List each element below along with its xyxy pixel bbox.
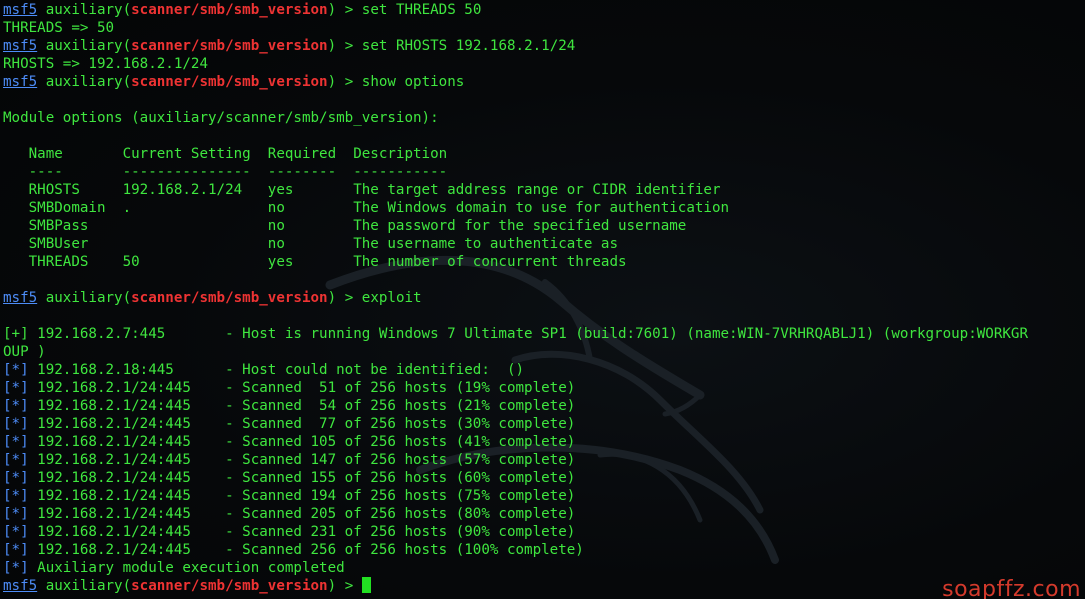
output-text: Name Current Setting Required Descriptio… (3, 146, 448, 162)
status-marker: [*] (3, 434, 29, 450)
prompt-arrow: ) > (327, 578, 362, 594)
output-line: ---- --------------- -------- ----------… (3, 163, 1083, 181)
status-text: 192.168.2.1/24:445 - Scanned 155 of 256 … (28, 470, 576, 486)
output-text: SMBPass no The password for the specifie… (3, 218, 687, 234)
terminal-window[interactable]: msf5 auxiliary(scanner/smb/smb_version) … (0, 0, 1085, 599)
prompt-framework: msf5 (3, 578, 38, 594)
status-line: [*] 192.168.2.1/24:445 - Scanned 51 of 2… (3, 379, 1083, 397)
output-text: RHOSTS => 192.168.2.1/24 (3, 56, 208, 72)
prompt-context: auxiliary( (37, 38, 132, 54)
status-text: 192.168.2.1/24:445 - Scanned 54 of 256 h… (28, 398, 576, 414)
status-line: [*] Auxiliary module execution completed (3, 559, 1083, 577)
status-marker: [*] (3, 362, 29, 378)
status-text: 192.168.2.1/24:445 - Scanned 51 of 256 h… (28, 380, 576, 396)
output-text: SMBUser no The username to authenticate … (3, 236, 618, 252)
output-line: Module options (auxiliary/scanner/smb/sm… (3, 109, 1083, 127)
status-line: [*] 192.168.2.1/24:445 - Scanned 231 of … (3, 523, 1083, 541)
output-text: ---- --------------- -------- ----------… (3, 164, 448, 180)
prompt-arrow: ) > (327, 38, 362, 54)
prompt-module: scanner/smb/smb_version (131, 2, 328, 18)
output-text: SMBDomain . no The Windows domain to use… (3, 200, 730, 216)
output-line: SMBDomain . no The Windows domain to use… (3, 199, 1083, 217)
status-marker: [*] (3, 506, 29, 522)
status-marker: [+] (3, 326, 29, 342)
output-line: OUP ) (3, 343, 1083, 361)
prompt-framework: msf5 (3, 38, 38, 54)
output-line: THREADS => 50 (3, 19, 1083, 37)
status-line: [*] 192.168.2.1/24:445 - Scanned 194 of … (3, 487, 1083, 505)
prompt-arrow: ) > (327, 2, 362, 18)
status-line: [*] 192.168.2.1/24:445 - Scanned 155 of … (3, 469, 1083, 487)
status-marker: [*] (3, 524, 29, 540)
prompt-framework: msf5 (3, 290, 38, 306)
prompt-context: auxiliary( (37, 578, 132, 594)
output-text: Module options (auxiliary/scanner/smb/sm… (3, 110, 439, 126)
command-text: exploit (361, 290, 422, 306)
status-text: 192.168.2.1/24:445 - Scanned 105 of 256 … (28, 434, 576, 450)
prompt-line: msf5 auxiliary(scanner/smb/smb_version) … (3, 37, 1083, 55)
status-line: [*] 192.168.2.18:445 - Host could not be… (3, 361, 1083, 379)
output-line: Name Current Setting Required Descriptio… (3, 145, 1083, 163)
prompt-framework: msf5 (3, 2, 38, 18)
output-line: SMBPass no The password for the specifie… (3, 217, 1083, 235)
prompt-framework: msf5 (3, 74, 38, 90)
prompt-arrow: ) > (327, 74, 362, 90)
status-text: Auxiliary module execution completed (28, 560, 345, 576)
output-text: OUP ) (3, 344, 46, 360)
status-marker: [*] (3, 560, 29, 576)
prompt-line: msf5 auxiliary(scanner/smb/smb_version) … (3, 289, 1083, 307)
status-marker: [*] (3, 380, 29, 396)
status-text: 192.168.2.1/24:445 - Scanned 205 of 256 … (28, 506, 576, 522)
output-line: RHOSTS 192.168.2.1/24 yes The target add… (3, 181, 1083, 199)
prompt-module: scanner/smb/smb_version (131, 74, 328, 90)
output-line: SMBUser no The username to authenticate … (3, 235, 1083, 253)
status-text: 192.168.2.1/24:445 - Scanned 231 of 256 … (28, 524, 576, 540)
prompt-context: auxiliary( (37, 74, 132, 90)
status-text: 192.168.2.1/24:445 - Scanned 256 of 256 … (28, 542, 584, 558)
status-text: 192.168.2.18:445 - Host could not be ide… (28, 362, 525, 378)
terminal-output: msf5 auxiliary(scanner/smb/smb_version) … (3, 1, 1083, 595)
command-text: set THREADS 50 (361, 2, 482, 18)
prompt-module: scanner/smb/smb_version (131, 290, 328, 306)
output-text: THREADS => 50 (3, 20, 115, 36)
status-line: [*] 192.168.2.1/24:445 - Scanned 205 of … (3, 505, 1083, 523)
status-line: [*] 192.168.2.1/24:445 - Scanned 77 of 2… (3, 415, 1083, 433)
command-text: show options (361, 74, 465, 90)
status-text: 192.168.2.1/24:445 - Scanned 77 of 256 h… (28, 416, 576, 432)
status-line: [*] 192.168.2.1/24:445 - Scanned 105 of … (3, 433, 1083, 451)
output-text: RHOSTS 192.168.2.1/24 yes The target add… (3, 182, 721, 198)
prompt-line: msf5 auxiliary(scanner/smb/smb_version) … (3, 73, 1083, 91)
status-marker: [*] (3, 398, 29, 414)
status-line: [*] 192.168.2.1/24:445 - Scanned 147 of … (3, 451, 1083, 469)
output-line: THREADS 50 yes The number of concurrent … (3, 253, 1083, 271)
output-line: RHOSTS => 192.168.2.1/24 (3, 55, 1083, 73)
status-text: 192.168.2.1/24:445 - Scanned 147 of 256 … (28, 452, 576, 468)
status-marker: [*] (3, 488, 29, 504)
text-cursor[interactable] (361, 577, 371, 593)
current-prompt-line[interactable]: msf5 auxiliary(scanner/smb/smb_version) … (3, 577, 1083, 595)
status-text: 192.168.2.7:445 - Host is running Window… (28, 326, 1028, 342)
status-marker: [*] (3, 416, 29, 432)
status-line: [+] 192.168.2.7:445 - Host is running Wi… (3, 325, 1083, 343)
prompt-module: scanner/smb/smb_version (131, 578, 328, 594)
status-line: [*] 192.168.2.1/24:445 - Scanned 54 of 2… (3, 397, 1083, 415)
command-text: set RHOSTS 192.168.2.1/24 (361, 38, 576, 54)
status-text: 192.168.2.1/24:445 - Scanned 194 of 256 … (28, 488, 576, 504)
prompt-module: scanner/smb/smb_version (131, 38, 328, 54)
prompt-line: msf5 auxiliary(scanner/smb/smb_version) … (3, 1, 1083, 19)
status-marker: [*] (3, 470, 29, 486)
output-text: THREADS 50 yes The number of concurrent … (3, 254, 627, 270)
prompt-context: auxiliary( (37, 290, 132, 306)
prompt-context: auxiliary( (37, 2, 132, 18)
prompt-arrow: ) > (327, 290, 362, 306)
status-marker: [*] (3, 542, 29, 558)
status-marker: [*] (3, 452, 29, 468)
site-watermark: soapffz.com (942, 577, 1081, 599)
status-line: [*] 192.168.2.1/24:445 - Scanned 256 of … (3, 541, 1083, 559)
